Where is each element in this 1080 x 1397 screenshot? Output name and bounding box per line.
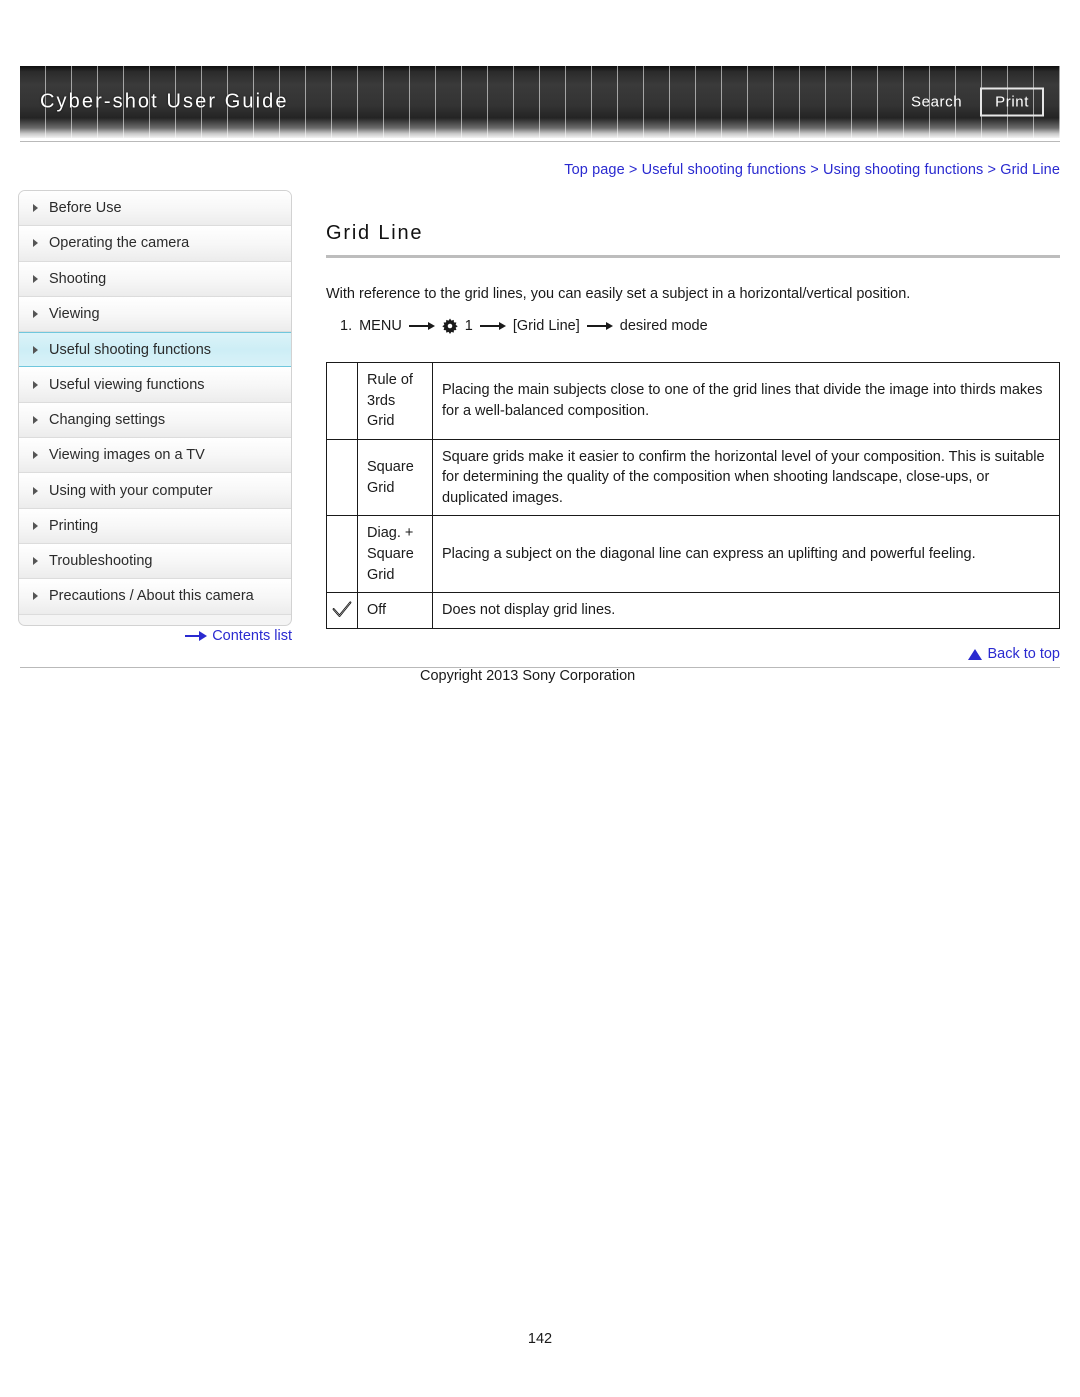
- sidebar-item-changing-settings[interactable]: Changing settings: [19, 402, 291, 439]
- sidebar-item-useful-shooting-functions[interactable]: Useful shooting functions: [19, 332, 291, 368]
- sidebar-item-shooting[interactable]: Shooting: [19, 261, 291, 297]
- step-bracket-item: [Grid Line]: [512, 318, 580, 335]
- table-cell-default-marker: [326, 515, 358, 594]
- table-cell-option-description: Does not display grid lines.: [432, 592, 1060, 629]
- chevron-right-icon: [33, 345, 38, 354]
- chevron-right-icon: [33, 521, 38, 530]
- step-menu-label: MENU: [359, 318, 402, 335]
- print-button[interactable]: Print: [980, 87, 1044, 117]
- app-title: Cyber-shot User Guide: [40, 90, 289, 113]
- arrow-right-icon: [408, 320, 435, 332]
- sidebar-item-before-use[interactable]: Before Use: [19, 191, 291, 227]
- table-row: Diag. + Square Grid Placing a subject on …: [326, 515, 1060, 594]
- breadcrumb-item-grid-line: Grid Line: [1000, 162, 1060, 178]
- arrow-right-icon: [586, 320, 613, 332]
- table-cell-option-name: Square Grid: [357, 438, 433, 517]
- sidebar-navigation: Before Use Operating the camera Shooting Vi…: [18, 190, 292, 626]
- arrow-right-icon: [185, 631, 208, 641]
- sidebar-item-printing[interactable]: Printing: [19, 508, 291, 544]
- sidebar-item-troubleshooting[interactable]: Troubleshooting: [19, 543, 291, 580]
- sidebar-item-viewing-images-on-a-tv[interactable]: Viewing images on a TV: [19, 438, 291, 474]
- table-cell-option-name: Rule of 3rds Grid: [357, 362, 433, 440]
- step-number: 1.: [340, 318, 353, 335]
- table-cell-option-description: Placing the main subjects close to one o…: [432, 362, 1060, 440]
- sidebar-item-label: Troubleshooting: [49, 553, 153, 570]
- table-cell-option-name: Diag. + Square Grid: [357, 515, 433, 594]
- title-divider: [326, 255, 1060, 258]
- step-tail-text: desired mode: [619, 318, 708, 335]
- sidebar-item-operating-the-camera[interactable]: Operating the camera: [19, 226, 291, 262]
- sidebar-item-label: Precautions / About this camera: [49, 588, 254, 605]
- table-row: Rule of 3rds Grid Placing the main subjec…: [326, 362, 1060, 440]
- table-cell-default-marker: [326, 438, 358, 517]
- breadcrumb-separator: >: [987, 162, 997, 178]
- sidebar-item-label: Using with your computer: [49, 482, 213, 499]
- search-button[interactable]: Search: [907, 92, 966, 113]
- header-divider: [20, 141, 1060, 142]
- table-cell-option-name: Off: [357, 592, 433, 629]
- breadcrumb-separator: >: [810, 162, 819, 178]
- table-row: Off Does not display grid lines.: [326, 592, 1060, 629]
- table-cell-default-marker: [326, 592, 358, 629]
- chevron-right-icon: [33, 557, 38, 566]
- page-title: Grid Line: [326, 222, 424, 244]
- chevron-right-icon: [33, 451, 38, 460]
- breadcrumb-separator: >: [628, 162, 638, 178]
- chevron-right-icon: [33, 274, 38, 283]
- chevron-right-icon: [33, 380, 38, 389]
- contents-list-label: Contents list: [212, 628, 292, 644]
- chevron-right-icon: [33, 486, 38, 495]
- chevron-right-icon: [33, 204, 38, 213]
- chevron-right-icon: [33, 592, 38, 601]
- sidebar-item-label: Viewing: [49, 306, 100, 323]
- menu-step-line: 1. MENU 1 [Grid Line] desired mode: [340, 318, 1060, 335]
- sidebar-item-label: Viewing images on a TV: [49, 447, 205, 464]
- sidebar-item-label: Before Use: [49, 200, 122, 217]
- header-actions: Search Print: [907, 87, 1044, 117]
- breadcrumb-item-useful-shooting-functions[interactable]: Useful shooting functions: [642, 162, 807, 178]
- copyright-text: Copyright 2013 Sony Corporation: [420, 668, 636, 684]
- sidebar-item-label: Changing settings: [49, 411, 166, 428]
- sidebar-item-label: Useful shooting functions: [49, 341, 212, 358]
- breadcrumb: Top page > Useful shooting functions > U…: [564, 162, 1060, 178]
- contents-list-link[interactable]: Contents list: [18, 628, 292, 644]
- table-cell-default-marker: [326, 362, 358, 440]
- breadcrumb-item-top-page[interactable]: Top page: [564, 162, 624, 178]
- breadcrumb-item-using-shooting-functions[interactable]: Using shooting functions: [823, 162, 983, 178]
- back-to-top-link[interactable]: Back to top: [968, 646, 1060, 662]
- page-number: 142: [527, 1331, 553, 1347]
- sidebar-item-using-with-your-computer[interactable]: Using with your computer: [19, 473, 291, 509]
- gear-icon: [442, 318, 458, 335]
- table-cell-option-description: Square grids make it easier to confirm t…: [432, 438, 1060, 517]
- header-banner: Cyber-shot User Guide Search Print: [20, 66, 1060, 138]
- sidebar-item-viewing[interactable]: Viewing: [19, 296, 291, 333]
- sidebar-item-label: Operating the camera: [49, 235, 190, 252]
- main-content: Grid Line With reference to the grid lin…: [326, 222, 1060, 629]
- back-to-top-label: Back to top: [987, 646, 1060, 662]
- sidebar-item-useful-viewing-functions[interactable]: Useful viewing functions: [19, 367, 291, 403]
- sidebar-item-label: Printing: [49, 517, 99, 534]
- step-gear-number: 1: [464, 318, 473, 335]
- chevron-right-icon: [33, 239, 38, 248]
- triangle-up-icon: [968, 648, 983, 660]
- checkmark-icon: [332, 600, 352, 620]
- sidebar-item-precautions-about-this-camera[interactable]: Precautions / About this camera: [19, 579, 291, 615]
- arrow-right-icon: [479, 320, 506, 332]
- intro-paragraph: With reference to the grid lines, you ca…: [326, 286, 911, 302]
- sidebar-item-label: Useful viewing functions: [49, 376, 205, 393]
- grid-line-options-table: Rule of 3rds Grid Placing the main subjec…: [326, 362, 1060, 629]
- chevron-right-icon: [33, 310, 38, 319]
- chevron-right-icon: [33, 415, 38, 424]
- sidebar-item-label: Shooting: [49, 270, 107, 287]
- table-cell-option-description: Placing a subject on the diagonal line c…: [432, 515, 1060, 594]
- table-row: Square Grid Square grids make it easier t…: [326, 438, 1060, 517]
